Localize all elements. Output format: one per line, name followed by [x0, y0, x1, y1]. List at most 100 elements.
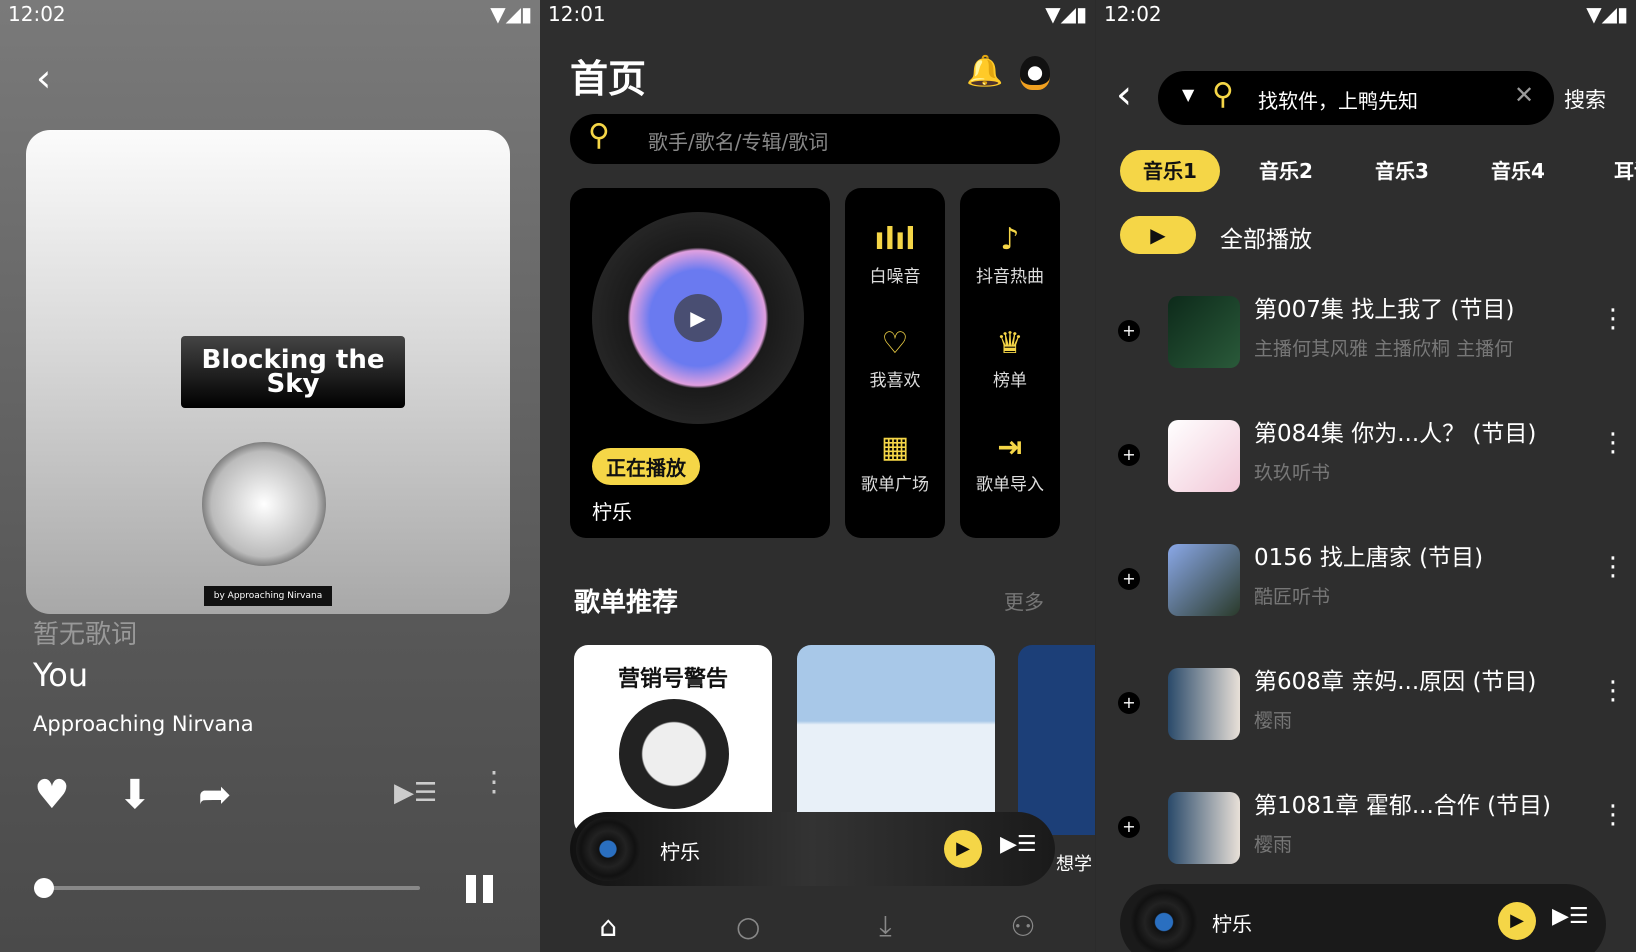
- player-screen: 12:02 ▼◢▮ ‹ Blocking the Sky by Approach…: [0, 0, 540, 952]
- search-input[interactable]: 找软件，上鸭先知: [1258, 85, 1418, 114]
- playlist-card[interactable]: [797, 645, 995, 835]
- share-icon: ➦: [198, 772, 232, 818]
- result-subtitle: 樱雨: [1254, 710, 1293, 732]
- shortcut-import[interactable]: ⇥ 歌单导入: [960, 430, 1060, 495]
- list-item[interactable]: + 第084集 你为...人？ (节目) 玖玖听书 ⋮: [1116, 414, 1626, 504]
- play-all-button[interactable]: ▶: [1120, 216, 1196, 254]
- queue-button[interactable]: ▶☰: [1552, 904, 1589, 929]
- status-time: 12:02: [1104, 2, 1162, 26]
- mini-player[interactable]: 柠乐 ▶ ▶☰: [570, 812, 1055, 886]
- heart-icon: ♥: [34, 772, 70, 818]
- shortcut-sound-wave[interactable]: ılıl 白噪音: [845, 222, 945, 287]
- shortcut-label: 白噪音: [869, 267, 921, 287]
- playlist-button[interactable]: ▶☰: [394, 778, 437, 808]
- tab-5[interactable]: 耳语: [1584, 150, 1636, 192]
- result-thumbnail: [1168, 420, 1240, 492]
- album-credit: by Approaching Nirvana: [204, 586, 332, 606]
- shortcut-heart[interactable]: ♡ 我喜欢: [845, 326, 945, 391]
- status-bar: 12:01 ▼◢▮: [548, 2, 1087, 26]
- pause-button[interactable]: [466, 875, 494, 903]
- song-title: You: [33, 656, 89, 694]
- back-button[interactable]: ‹: [36, 56, 51, 100]
- play-button[interactable]: ▶: [944, 830, 982, 868]
- add-button[interactable]: +: [1118, 320, 1140, 342]
- clear-icon[interactable]: ✕: [1514, 81, 1534, 109]
- more-options-button[interactable]: ⋮: [1600, 554, 1626, 580]
- shortcut-crown[interactable]: ♛ 榜单: [960, 326, 1060, 391]
- shortcut-label: 歌单广场: [861, 475, 929, 495]
- mini-player[interactable]: 柠乐 ▶ ▶☰: [1120, 884, 1606, 952]
- tab-1[interactable]: 音乐1: [1120, 150, 1220, 192]
- playlist-card[interactable]: [1018, 645, 1095, 835]
- progress-slider[interactable]: [34, 878, 420, 898]
- nav-search-icon[interactable]: ○: [736, 910, 760, 943]
- nav-download-icon[interactable]: ⤓: [879, 909, 891, 943]
- more-options-button[interactable]: ⋮: [480, 768, 508, 796]
- shortcut-label: 我喜欢: [869, 371, 921, 391]
- more-link[interactable]: 更多: [1004, 586, 1044, 615]
- result-title: 第007集 找上我了 (节目): [1254, 297, 1515, 323]
- tab-3[interactable]: 音乐3: [1352, 150, 1452, 192]
- playlist-peek-text: 想学: [1056, 854, 1092, 875]
- queue-button[interactable]: ▶☰: [1000, 832, 1037, 857]
- more-options-button[interactable]: ⋮: [1600, 678, 1626, 704]
- artist-name: Approaching Nirvana: [33, 712, 254, 736]
- shortcut-label: 榜单: [993, 371, 1027, 391]
- search-icon: ⚲: [588, 118, 610, 153]
- add-button[interactable]: +: [1118, 444, 1140, 466]
- home-screen: 12:01 ▼◢▮ 首页 🔔 ⚲ 歌手/歌名/专辑/歌词 ▶ 正在播放 柠乐 ı…: [540, 0, 1095, 952]
- result-title: 第084集 你为...人？ (节目): [1254, 421, 1537, 447]
- add-button[interactable]: +: [1118, 568, 1140, 590]
- play-icon[interactable]: ▶: [674, 294, 722, 342]
- album-cover: Blocking the Sky by Approaching Nirvana: [26, 130, 510, 614]
- back-button[interactable]: ‹: [1116, 72, 1132, 118]
- search-placeholder: 歌手/歌名/专辑/歌词: [648, 130, 829, 154]
- tab-2[interactable]: 音乐2: [1236, 150, 1336, 192]
- result-thumbnail: [1168, 296, 1240, 368]
- queue-icon: ▶☰: [394, 778, 438, 808]
- playlist-card[interactable]: 营销号警告: [574, 645, 772, 835]
- section-title: 歌单推荐: [574, 588, 679, 618]
- status-icons: ▼◢▮: [1586, 2, 1628, 26]
- notification-button[interactable]: 🔔: [966, 54, 1003, 89]
- result-title: 第608章 亲妈...原因 (节目): [1254, 669, 1537, 695]
- result-subtitle: 樱雨: [1254, 834, 1293, 856]
- shortcut-tiktok[interactable]: ♪ 抖音热曲: [960, 222, 1060, 287]
- play-button[interactable]: ▶: [1498, 902, 1536, 940]
- tab-4[interactable]: 音乐4: [1468, 150, 1568, 192]
- add-button[interactable]: +: [1118, 692, 1140, 714]
- more-options-button[interactable]: ⋮: [1600, 802, 1626, 828]
- more-options-button[interactable]: ⋮: [1600, 306, 1626, 332]
- like-button[interactable]: ♥: [34, 772, 70, 818]
- status-bar: 12:02 ▼◢▮: [1104, 2, 1628, 26]
- queue-icon: ▶☰: [1552, 904, 1589, 929]
- list-item[interactable]: + 第007集 找上我了 (节目) 主播何其风雅 主播欣桐 主播何 ⋮: [1116, 290, 1626, 380]
- volume-knob-image: [202, 442, 326, 566]
- album-title: Blocking the Sky: [181, 336, 405, 408]
- list-item[interactable]: + 第608章 亲妈...原因 (节目) 樱雨 ⋮: [1116, 662, 1626, 752]
- list-item[interactable]: + 0156 找上唐家 (节目) 酷匠听书 ⋮: [1116, 538, 1626, 628]
- more-options-button[interactable]: ⋮: [1600, 430, 1626, 456]
- status-time: 12:01: [548, 2, 606, 26]
- play-all-label[interactable]: 全部播放: [1220, 220, 1312, 254]
- bell-icon: 🔔: [966, 54, 1004, 89]
- search-bar[interactable]: ▼ ⚲ 找软件，上鸭先知 ✕: [1158, 71, 1554, 125]
- mini-player-name: 柠乐: [1212, 912, 1252, 936]
- bottom-nav: ⌂ ○ ⤓ ⚇: [540, 900, 1095, 952]
- nav-home-icon[interactable]: ⌂: [599, 910, 617, 943]
- list-item[interactable]: + 第1081章 霍郁...合作 (节目) 樱雨 ⋮: [1116, 786, 1626, 876]
- status-icons: ▼◢▮: [1045, 2, 1087, 26]
- avatar[interactable]: [1020, 56, 1050, 90]
- search-bar[interactable]: ⚲ 歌手/歌名/专辑/歌词: [570, 114, 1060, 164]
- status-time: 12:02: [8, 2, 66, 26]
- slider-thumb[interactable]: [34, 878, 54, 898]
- search-button[interactable]: 搜索: [1564, 84, 1606, 114]
- now-playing-card[interactable]: ▶ 正在播放 柠乐: [570, 188, 830, 538]
- share-button[interactable]: ➦: [198, 772, 232, 818]
- shortcut-grid[interactable]: ▦ 歌单广场: [845, 430, 945, 495]
- download-button[interactable]: ⬇: [118, 772, 152, 818]
- add-button[interactable]: +: [1118, 816, 1140, 838]
- vinyl-disc: [1130, 888, 1198, 952]
- nav-profile-icon[interactable]: ⚇: [1010, 910, 1035, 943]
- dropdown-icon[interactable]: ▼: [1182, 85, 1194, 104]
